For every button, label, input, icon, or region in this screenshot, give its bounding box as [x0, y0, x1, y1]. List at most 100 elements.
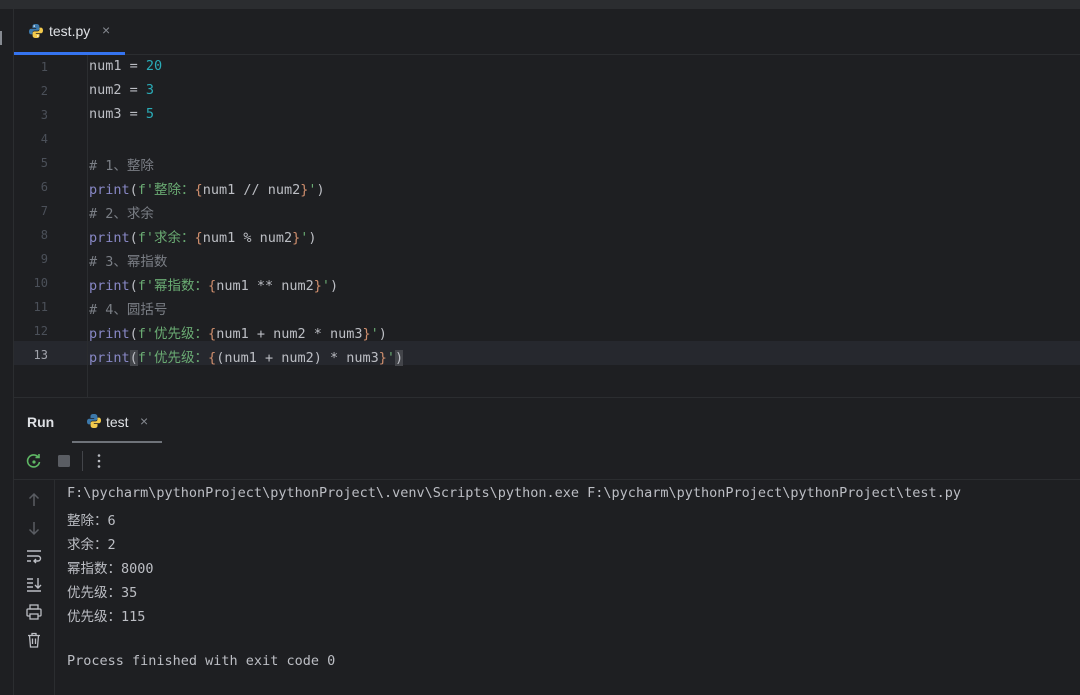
rerun-icon[interactable]: [25, 452, 43, 470]
code-text: num3 = 5: [89, 106, 154, 122]
fstring-label: 整除：: [154, 182, 195, 198]
comment: # 4、圆括号: [89, 302, 168, 318]
fstring-brace: }: [378, 350, 387, 366]
operator: =: [121, 58, 146, 74]
variable: num1: [89, 58, 122, 74]
operator: =: [121, 82, 146, 98]
code-line[interactable]: 1 num1 = 20: [14, 55, 1080, 79]
fstring-prefix: f': [137, 230, 155, 246]
fstring-label: 优先级：: [154, 326, 209, 342]
code-line[interactable]: 10 print(f'幂指数：{num1 ** num2}'): [14, 271, 1080, 295]
line-number: 1: [40, 60, 48, 74]
close-icon[interactable]: ×: [102, 22, 110, 38]
builtin-function: print: [89, 278, 130, 294]
console-line: 优先级：35: [67, 585, 138, 601]
fstring-quote: ': [370, 326, 379, 342]
fstring-quote: ': [321, 278, 331, 294]
line-number: 3: [40, 108, 48, 122]
code-line[interactable]: 8 print(f'求余：{num1 % num2}'): [14, 223, 1080, 247]
code-line[interactable]: 12 print(f'优先级：{num1 + num2 * num3}'): [14, 319, 1080, 343]
python-file-icon: [86, 413, 102, 434]
code-line[interactable]: 5 # 1、整除: [14, 151, 1080, 175]
variable: num2: [89, 82, 122, 98]
code-text: print(f'优先级：{num1 + num2 * num3}'): [89, 322, 387, 342]
paren: (: [129, 326, 138, 342]
fstring-label: 优先级：: [154, 350, 209, 366]
paren: (: [129, 278, 138, 294]
code-line-current[interactable]: 13 print(f'优先级：{(num1 + num2) * num3}'): [14, 343, 1080, 367]
scroll-to-end-icon[interactable]: [25, 575, 43, 593]
line-number: 9: [40, 252, 48, 266]
console-actions: [14, 480, 55, 695]
soft-wrap-icon[interactable]: [25, 547, 43, 565]
run-tab-label: test: [106, 414, 129, 430]
fstring-brace: {: [208, 278, 217, 294]
line-number: 12: [33, 324, 48, 338]
paren: ): [308, 230, 317, 246]
code-line[interactable]: 6 print(f'整除：{num1 // num2}'): [14, 175, 1080, 199]
fstring-label: 求余：: [154, 230, 195, 246]
number-literal: 5: [145, 106, 155, 122]
line-number: 6: [40, 180, 48, 194]
stop-icon[interactable]: [55, 452, 73, 470]
window-top-strip: [0, 0, 1080, 9]
fstring-expression: num1 ** num2: [216, 278, 314, 294]
trash-icon[interactable]: [25, 631, 43, 649]
python-file-icon: [28, 23, 44, 44]
number-literal: 20: [145, 58, 163, 74]
console-line: 优先级：115: [67, 609, 146, 625]
fstring-prefix: f': [137, 326, 155, 342]
fstring-expression: (num1 + num2) * num3: [216, 350, 379, 366]
fstring-brace: }: [313, 278, 322, 294]
run-tab-test[interactable]: test ×: [72, 398, 162, 444]
code-line[interactable]: 9 # 3、幂指数: [14, 247, 1080, 271]
console-line: 求余：2: [67, 537, 116, 553]
variable: num3: [89, 106, 122, 122]
console-line: Process finished with exit code 0: [67, 653, 336, 669]
code-text: num1 = 20: [89, 58, 162, 74]
fstring-brace: }: [292, 230, 301, 246]
tool-strip-marker: [0, 31, 2, 45]
builtin-function: print: [89, 326, 130, 342]
scroll-up-icon[interactable]: [25, 491, 43, 509]
paren: (: [129, 230, 138, 246]
editor-tab-bar: test.py ×: [14, 9, 1080, 55]
paren: ): [316, 182, 325, 198]
fstring-brace: {: [208, 350, 217, 366]
console-line: 幂指数：8000: [67, 561, 154, 577]
line-number: 2: [40, 84, 48, 98]
fstring-label: 幂指数：: [154, 278, 209, 294]
line-number: 8: [40, 228, 48, 242]
scroll-down-icon[interactable]: [25, 519, 43, 537]
more-options-icon[interactable]: [90, 452, 108, 470]
builtin-function: print: [89, 350, 130, 366]
code-line[interactable]: 4: [14, 127, 1080, 151]
print-icon[interactable]: [25, 603, 43, 621]
console-output[interactable]: F:\pycharm\pythonProject\pythonProject\.…: [55, 480, 1080, 695]
code-editor[interactable]: 1 num1 = 20 2 num2 = 3 3 num3 = 5 4 5 # …: [14, 55, 1080, 397]
paren: ): [330, 278, 339, 294]
fstring-brace: {: [194, 182, 203, 198]
run-toolbar: [14, 443, 1080, 480]
comment: # 2、求余: [89, 206, 154, 222]
code-text: num2 = 3: [89, 82, 154, 98]
left-tool-strip: [0, 9, 14, 695]
builtin-function: print: [89, 230, 130, 246]
code-line[interactable]: 11 # 4、圆括号: [14, 295, 1080, 319]
fstring-quote: ': [386, 350, 396, 366]
console-line: 整除：6: [67, 513, 116, 529]
close-icon[interactable]: ×: [140, 413, 148, 429]
run-panel-header: Run test ×: [14, 397, 1080, 444]
fstring-prefix: f': [137, 350, 155, 366]
code-line[interactable]: 2 num2 = 3: [14, 79, 1080, 103]
code-line[interactable]: 7 # 2、求余: [14, 199, 1080, 223]
number-literal: 3: [145, 82, 155, 98]
code-text: print(f'整除：{num1 // num2}'): [89, 178, 325, 198]
operator: =: [121, 106, 146, 122]
line-number: 11: [33, 300, 48, 314]
line-number: 7: [40, 204, 48, 218]
tab-filename: test.py: [49, 23, 91, 39]
editor-tab-test-py[interactable]: test.py ×: [14, 9, 125, 55]
fstring-expression: num1 % num2: [202, 230, 293, 246]
code-line[interactable]: 3 num3 = 5: [14, 103, 1080, 127]
